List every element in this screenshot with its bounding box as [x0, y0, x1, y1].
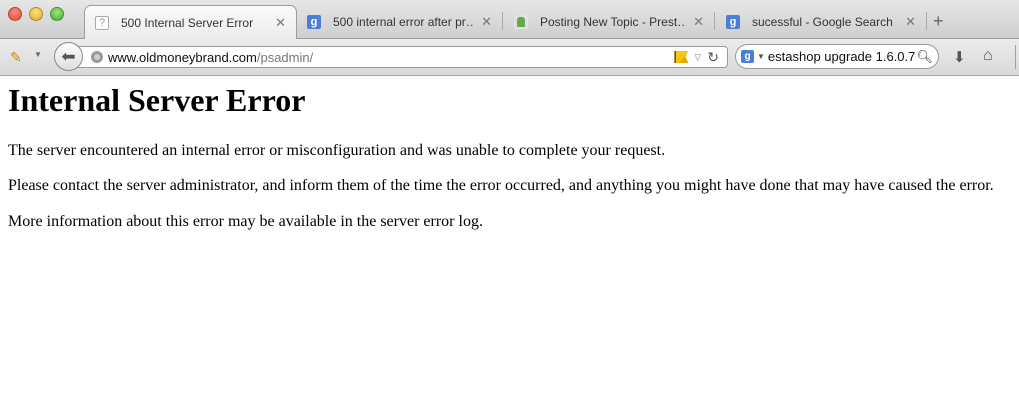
url-host: www.oldmoneybrand.com [108, 49, 257, 65]
tab-close-icon[interactable]: ✕ [481, 14, 492, 30]
search-bar[interactable]: g ▼ estashop upgrade 1.6.0.7 🔍︎ [735, 44, 939, 69]
new-tab-button[interactable]: + [933, 12, 944, 30]
tab-title: Posting New Topic - Prest… [540, 14, 686, 29]
error-paragraph: The server encountered an internal error… [8, 142, 666, 159]
tab-strip: ? 500 Internal Server Error ✕ g 500 inte… [0, 0, 1019, 39]
tab-close-icon[interactable]: ✕ [693, 14, 704, 30]
toolbar-divider [1015, 45, 1016, 69]
tab-4[interactable]: g sucessful - Google Search ✕ [716, 6, 926, 37]
tab-divider [714, 12, 715, 30]
window-controls [8, 7, 64, 21]
url-path: /psadmin/ [256, 49, 314, 65]
navigation-toolbar: ✎ ▼ ⬅ www.oldmoneybrand.com/psadmin/ ▽ ↻… [0, 39, 1019, 76]
chevron-down-icon[interactable]: ▼ [34, 50, 42, 59]
search-icon[interactable]: 🔍︎ [916, 49, 933, 65]
google-icon[interactable]: g [741, 50, 754, 63]
download-icon[interactable]: ⬇ [953, 48, 966, 66]
question-mark-icon: ? [95, 15, 109, 30]
minimize-window-button[interactable] [29, 7, 43, 21]
pencil-icon[interactable]: ✎ [10, 49, 22, 66]
reload-icon[interactable]: ↻ [707, 49, 719, 66]
url-bar[interactable]: www.oldmoneybrand.com/psadmin/ ▽ ↻ [74, 46, 728, 68]
error-paragraph: More information about this error may be… [8, 213, 483, 230]
back-button[interactable]: ⬅ [54, 42, 83, 71]
google-icon: g [726, 14, 740, 29]
globe-icon [91, 51, 103, 63]
tab-divider [926, 12, 927, 30]
dropdown-arrow-icon[interactable]: ▽ [694, 52, 701, 63]
tab-3[interactable]: Posting New Topic - Prest… ✕ [504, 6, 714, 37]
tab-title: sucessful - Google Search [752, 14, 893, 29]
page-content: Internal Server Error The server encount… [0, 76, 1019, 404]
zoom-window-button[interactable] [50, 7, 64, 21]
tab-close-icon[interactable]: ✕ [905, 14, 916, 30]
google-icon: g [307, 14, 321, 29]
tab-active[interactable]: ? 500 Internal Server Error ✕ [84, 5, 297, 39]
error-paragraph: Please contact the server administrator,… [8, 177, 994, 194]
tab-title: 500 internal error after pr… [333, 14, 474, 29]
page-heading: Internal Server Error [8, 82, 306, 118]
tab-divider [502, 12, 503, 30]
chevron-down-icon[interactable]: ▼ [757, 52, 765, 61]
home-icon[interactable]: ⌂ [983, 47, 993, 65]
tab-2[interactable]: g 500 internal error after pr… ✕ [297, 6, 502, 37]
tab-title: 500 Internal Server Error [121, 15, 254, 30]
flag-icon[interactable] [674, 51, 689, 63]
search-input[interactable]: estashop upgrade 1.6.0.7 [768, 49, 917, 64]
prestashop-icon [514, 14, 528, 29]
close-window-button[interactable] [8, 7, 22, 21]
back-arrow-icon: ⬅ [61, 46, 76, 66]
tab-close-icon[interactable]: ✕ [275, 15, 286, 31]
